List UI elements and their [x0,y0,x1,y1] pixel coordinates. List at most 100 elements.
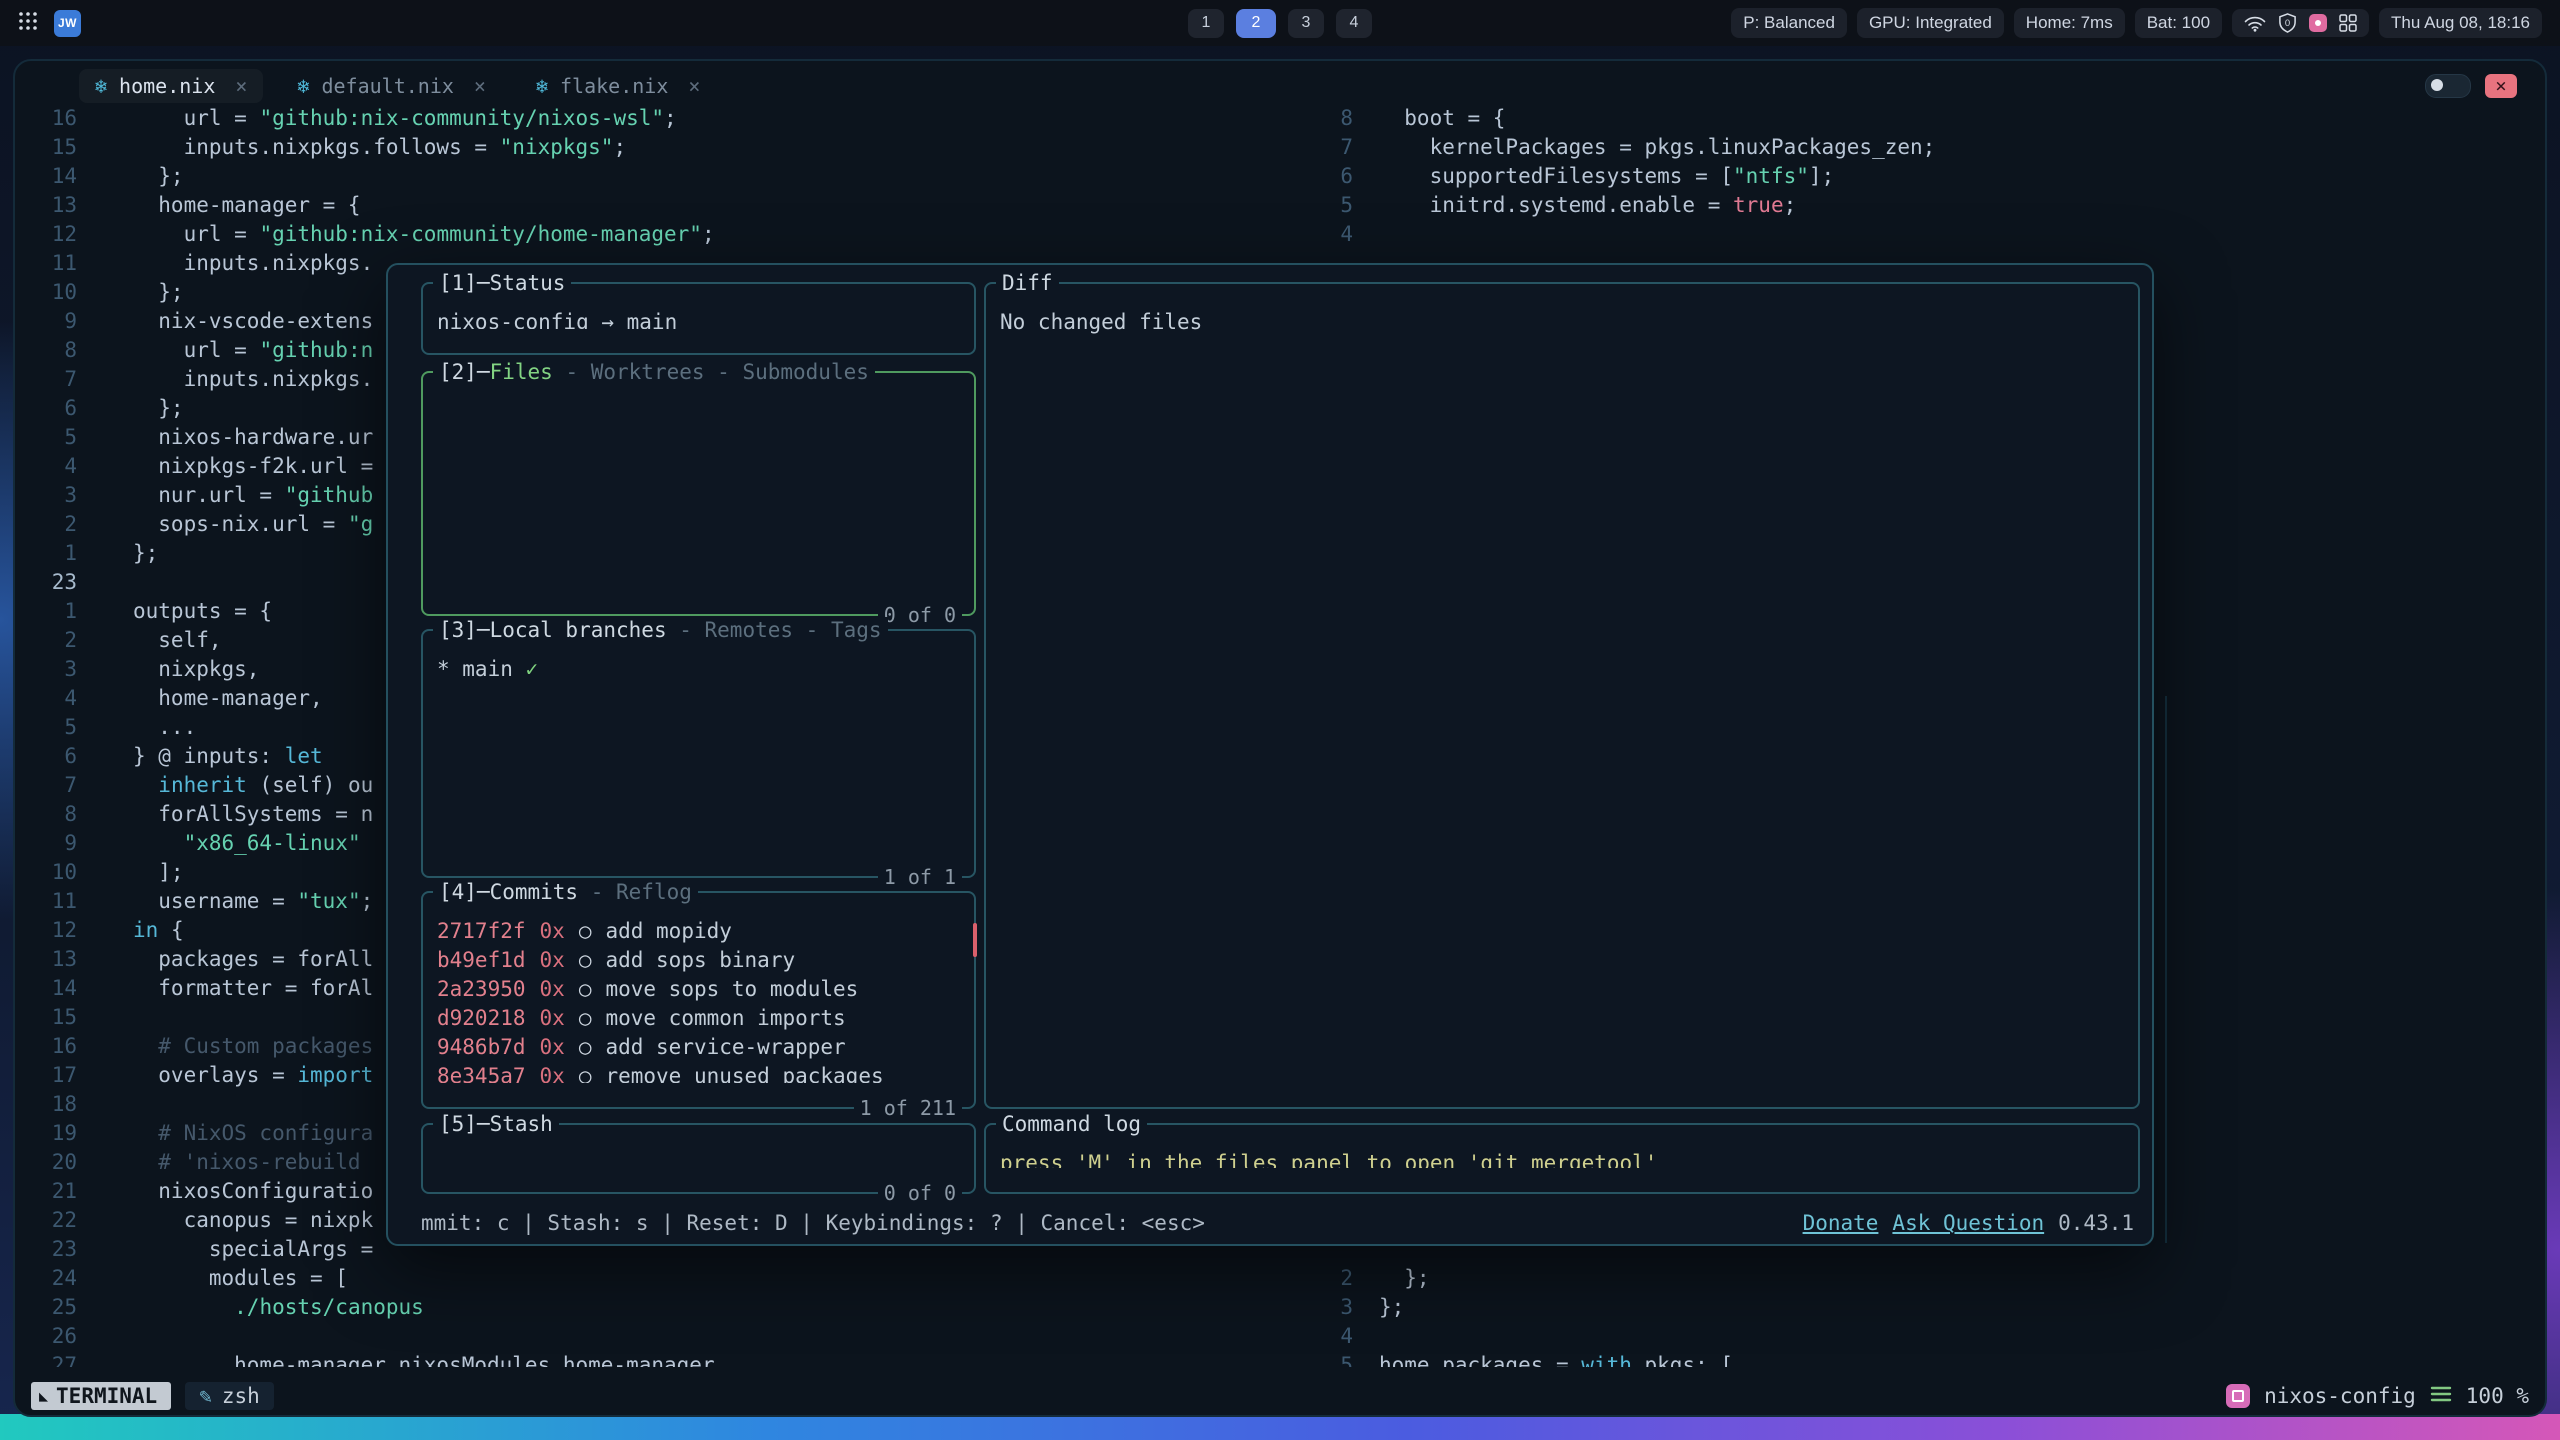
commit-row[interactable]: d9202180x○move common imports [437,1004,960,1033]
commit-graph-node-icon: ○ [579,1004,592,1033]
code-line: 27 home-manager.nixosModules.home-manage… [15,1351,1305,1367]
apps-grid-icon[interactable] [2339,14,2357,32]
commit-row[interactable]: 9486b7d0x○add service-wrapper [437,1033,960,1062]
line-number: 2 [15,626,77,655]
commit-author: 0x [540,917,565,946]
recorder-indicator-icon[interactable] [2309,14,2327,32]
commit-row[interactable]: b49ef1d0x○add sops binary [437,946,960,975]
line-number: 12 [15,220,77,249]
line-number: 5 [1305,191,1353,220]
commits-scrollbar[interactable] [973,923,977,957]
panel-counter: 0 of 0 [878,603,962,627]
pencil-icon: ✎ [199,1384,212,1408]
editor-tab-flake.nix[interactable]: ❄flake.nix× [520,69,716,103]
lazygit-commits-panel[interactable]: [4]─Commits - Reflog 2717f2f0x○add mopid… [421,891,976,1109]
workspaces: 1234 [1188,9,1372,38]
tab-close-icon[interactable]: × [688,74,700,98]
lazygit-files-panel[interactable]: [2]─Files - Worktrees - Submodules 0 of … [421,371,976,616]
panel-title: Diff [996,270,1059,296]
line-number: 8 [15,800,77,829]
donate-link[interactable]: Donate [1803,1211,1879,1235]
command-log-tip: press 'M' in the files panel to open 'gi… [1000,1149,2124,1168]
launcher-grid-icon[interactable] [18,11,38,36]
window-close-button[interactable]: × [2485,74,2517,98]
tab-close-icon[interactable]: × [235,74,247,98]
panel-title: [4]─Commits - Reflog [433,879,698,905]
layout-icon [2430,1384,2452,1408]
line-number: 13 [15,191,77,220]
editor-tab-home.nix[interactable]: ❄home.nix× [79,69,263,103]
line-number: 25 [15,1293,77,1322]
branch-row[interactable]: * main ✓ [437,655,960,684]
commit-hash: 2717f2f [437,917,526,946]
line-number: 27 [15,1351,77,1367]
line-number: 4 [1305,1322,1353,1351]
commit-author: 0x [540,1033,565,1062]
commit-row[interactable]: 2a239500x○move sops to modules [437,975,960,1004]
commit-message: add mopidy [605,917,731,946]
lazygit-stash-panel[interactable]: [5]─Stash 0 of 0 [421,1123,976,1194]
tab-label: default.nix [321,74,453,98]
line-number: 23 [15,568,77,597]
workspace-4[interactable]: 4 [1336,9,1372,38]
workspace-1[interactable]: 1 [1188,9,1224,38]
workspace-2[interactable]: 2 [1236,9,1276,38]
panel-title: [2]─Files - Worktrees - Submodules [433,359,875,385]
code-line: 5 initrd.systemd.enable = true; [1305,191,2545,220]
line-number: 26 [15,1322,77,1351]
commit-message: move common imports [605,1004,845,1033]
line-number: 3 [15,655,77,684]
line-number: 6 [15,742,77,771]
line-number: 5 [1305,1351,1353,1367]
line-number: 4 [15,684,77,713]
panel-title: [5]─Stash [433,1111,559,1137]
panel-counter: 1 of 1 [878,865,962,889]
line-number: 4 [15,452,77,481]
line-number: 2 [1305,1264,1353,1293]
lazygit-version: 0.43.1 [2058,1211,2134,1235]
lazygit-branches-panel[interactable]: [3]─Local branches - Remotes - Tags * ma… [421,629,976,878]
system-tray[interactable]: 0 [2232,9,2369,37]
wifi-icon[interactable] [2244,15,2266,32]
commit-message: add service-wrapper [605,1033,845,1062]
line-number: 15 [15,133,77,162]
commit-message: move sops to modules [605,975,858,1004]
code-line: 7 kernelPackages = pkgs.linuxPackages_ze… [1305,133,2545,162]
code-line: 13 home-manager = { [15,191,1305,220]
commit-graph-node-icon: ○ [579,917,592,946]
line-number: 24 [15,1264,77,1293]
commit-author: 0x [540,946,565,975]
code-line: 15 inputs.nixpkgs.follows = "nixpkgs"; [15,133,1305,162]
line-number: 6 [1305,162,1353,191]
tab-close-icon[interactable]: × [474,74,486,98]
shield-icon[interactable]: 0 [2278,13,2297,33]
commit-hash: 8e345a7 [437,1062,526,1083]
workspace-3[interactable]: 3 [1288,9,1324,38]
session-icon [2226,1384,2250,1408]
pin-toggle[interactable] [2425,74,2471,98]
shell-tab[interactable]: ✎zsh [185,1382,274,1410]
app-badge[interactable]: JW [54,10,81,37]
line-number: 14 [15,162,77,191]
commit-graph-node-icon: ○ [579,1033,592,1062]
lazygit-status-panel[interactable]: [1]─Status nixos-config → main [421,282,976,355]
panel-title: Command log [996,1111,1147,1137]
top-bar: JW 1234 P: BalancedGPU: IntegratedHome: … [0,0,2560,46]
code-line: 2 }; [1305,1264,2545,1293]
ask-question-link[interactable]: Ask Question [1892,1211,2044,1235]
battery-percent: 100 % [2466,1384,2529,1408]
mode-triangle-icon: ◣ [39,1387,48,1405]
commit-row[interactable]: 2717f2f 0x ○ add mopidy [437,917,960,946]
code-line: 24 modules = [ [15,1264,1305,1293]
svg-text:0: 0 [2285,18,2290,29]
mode-indicator: ◣TERMINAL [31,1382,171,1410]
editor-tab-default.nix[interactable]: ❄default.nix× [281,69,502,103]
commit-row[interactable]: 8e345a70x○remove unused packages [437,1062,960,1083]
line-number: 11 [15,249,77,278]
line-number: 10 [15,858,77,887]
line-number: 13 [15,945,77,974]
code-line: 12 url = "github:nix-community/home-mana… [15,220,1305,249]
code-line: 25 ./hosts/canopus [15,1293,1305,1322]
lazygit-command-log-panel[interactable]: Command log press 'M' in the files panel… [984,1123,2140,1194]
lazygit-diff-panel[interactable]: Diff No changed files [984,282,2140,1109]
